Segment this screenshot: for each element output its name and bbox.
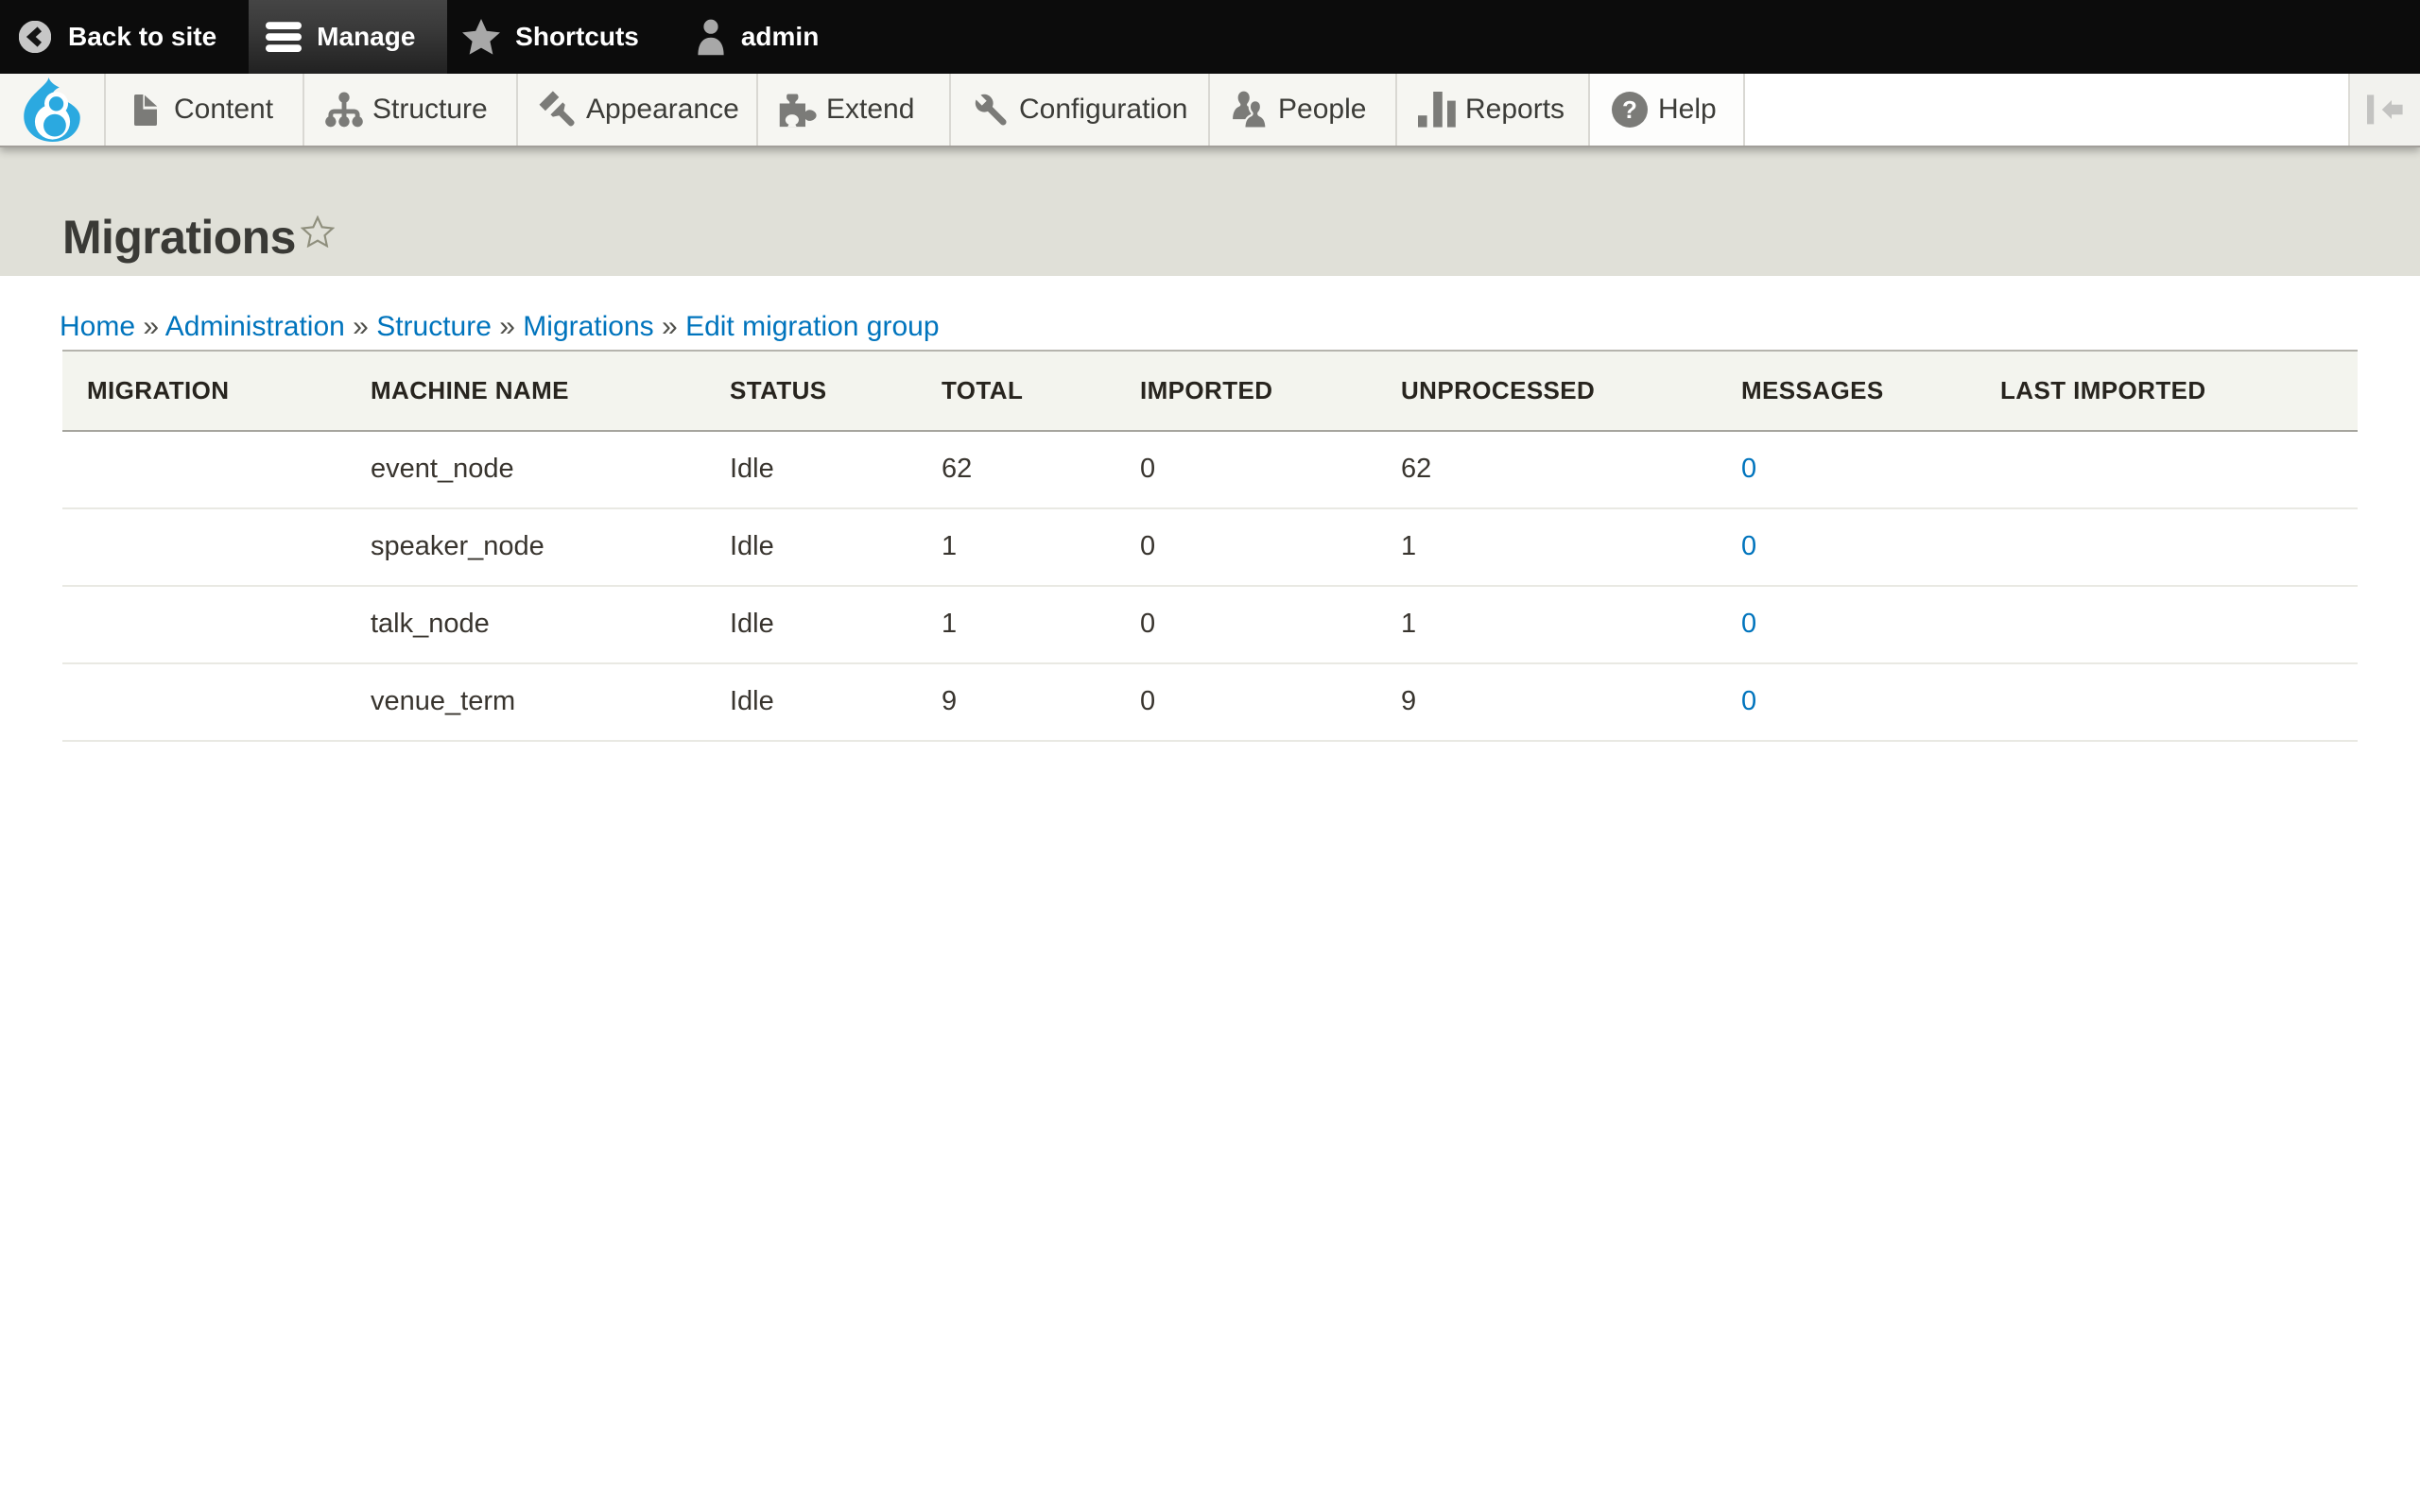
svg-text:?: ? <box>1622 95 1637 124</box>
